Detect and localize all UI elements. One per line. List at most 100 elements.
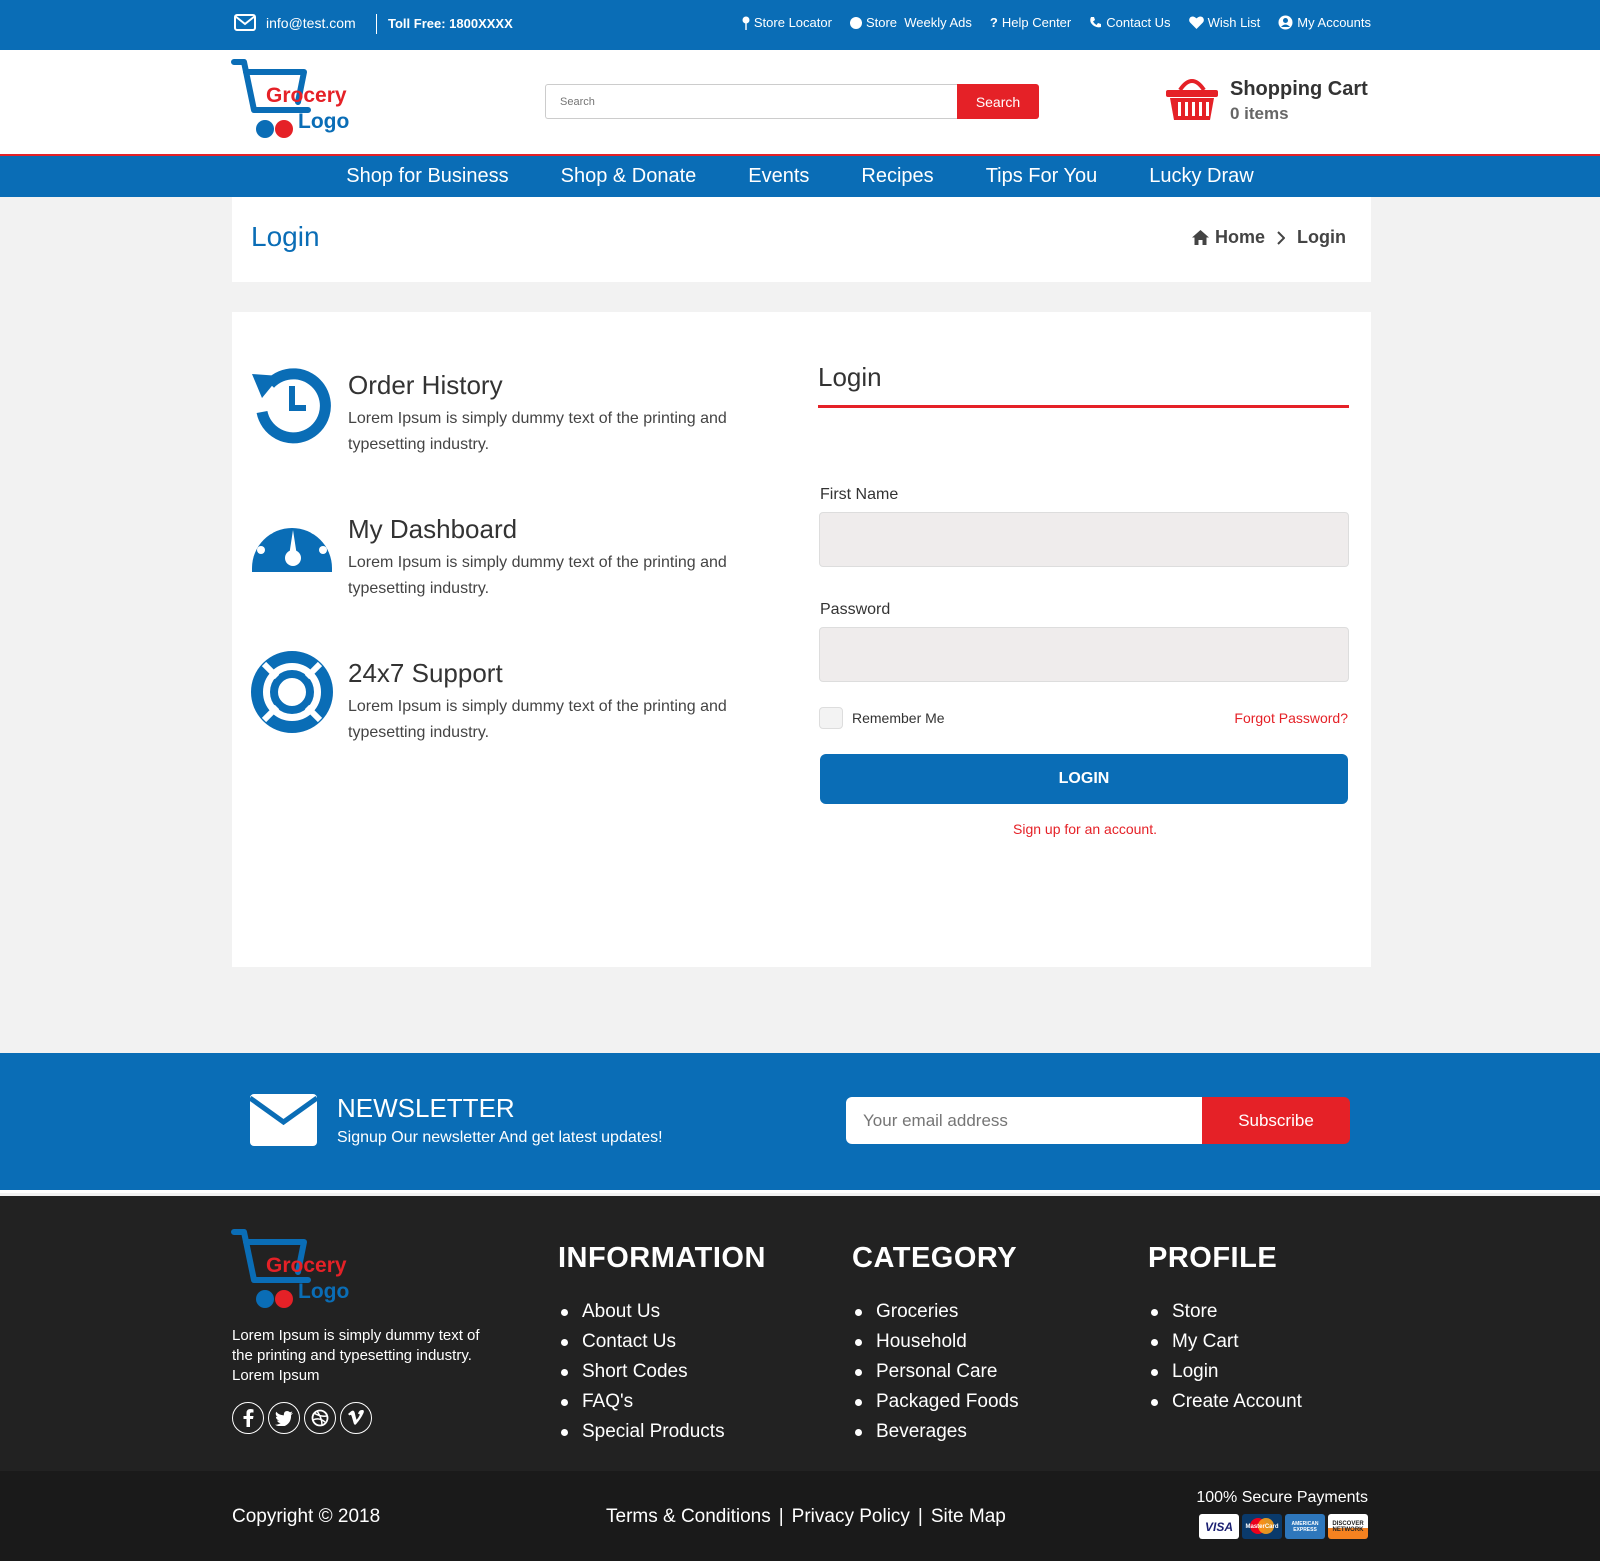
logo-wheel <box>256 120 274 138</box>
my-accounts-label: My Accounts <box>1297 15 1371 30</box>
nav-item-recipes[interactable]: Recipes <box>835 156 959 197</box>
password-label: Password <box>820 601 891 618</box>
discover-card-icon: DISCOVER NETWORK <box>1328 1514 1368 1539</box>
footer-link-create-account[interactable]: Create Account <box>1148 1387 1302 1417</box>
heading-underline <box>818 405 1349 408</box>
shopping-cart[interactable]: Shopping Cart 0 items <box>1166 74 1376 130</box>
envelope-icon <box>234 14 256 31</box>
breadcrumb-home-label: Home <box>1215 227 1266 247</box>
separator: | <box>778 1506 784 1527</box>
main-nav: Shop for Business Shop & Donate Events R… <box>0 154 1600 197</box>
footer-link-short-codes[interactable]: Short Codes <box>558 1357 766 1387</box>
search-bar: Search <box>545 84 1039 119</box>
phone-icon <box>1090 17 1102 28</box>
my-accounts-link[interactable]: My Accounts <box>1278 15 1371 30</box>
footer-logo[interactable]: Grocery Logo <box>230 1228 355 1314</box>
logo-wheel <box>275 120 293 138</box>
search-button[interactable]: Search <box>957 84 1039 119</box>
footer-link-beverages[interactable]: Beverages <box>852 1417 1019 1447</box>
divider <box>376 14 377 34</box>
home-icon <box>1192 230 1209 245</box>
footer: Grocery Logo Lorem Ipsum is simply dummy… <box>0 1196 1600 1471</box>
newsletter-section: NEWSLETTER Signup Our newsletter And get… <box>0 1053 1600 1193</box>
social-links <box>232 1402 372 1434</box>
secure-payments-label: 100% Secure Payments <box>1196 1489 1368 1506</box>
user-circle-icon <box>1278 15 1293 30</box>
nav-item-shop-for-business[interactable]: Shop for Business <box>320 156 534 197</box>
signup-link[interactable]: Sign up for an account. <box>818 821 1352 837</box>
newsletter-form: Subscribe <box>846 1097 1350 1144</box>
newsletter-title: NEWSLETTER <box>337 1093 515 1123</box>
dribbble-icon[interactable] <box>304 1402 336 1434</box>
footer-link-faqs[interactable]: FAQ's <box>558 1387 766 1417</box>
top-bar: info@test.com Toll Free: 1800XXXX Store … <box>0 0 1600 50</box>
separator: | <box>917 1506 923 1527</box>
footer-link-groceries[interactable]: Groceries <box>852 1297 1019 1327</box>
breadcrumb-home[interactable]: Home <box>1192 227 1265 248</box>
login-button[interactable]: LOGIN <box>820 754 1348 804</box>
footer-information: INFORMATION About Us Contact Us Short Co… <box>558 1242 766 1447</box>
weekly-ads-link[interactable]: Store Weekly Ads <box>849 15 972 30</box>
toll-free-number: Toll Free: 1800XXXX <box>388 16 513 31</box>
footer-link-personal-care[interactable]: Personal Care <box>852 1357 1019 1387</box>
password-field[interactable] <box>819 627 1349 682</box>
forgot-password-link[interactable]: Forgot Password? <box>1234 710 1348 726</box>
email-text: info@test.com <box>266 14 356 31</box>
footer-profile: PROFILE Store My Cart Login Create Accou… <box>1148 1242 1302 1417</box>
footer-heading: PROFILE <box>1148 1242 1278 1274</box>
cart-title: Shopping Cart <box>1230 78 1368 100</box>
feature-description: Lorem Ipsum is simply dummy text of the … <box>348 554 727 597</box>
footer-link-special-products[interactable]: Special Products <box>558 1417 766 1447</box>
privacy-link[interactable]: Privacy Policy <box>792 1506 910 1528</box>
newsletter-subtitle: Signup Our newsletter And get latest upd… <box>337 1129 663 1146</box>
login-form: Login First Name Password Remember Me Fo… <box>818 362 1352 837</box>
search-input[interactable] <box>545 84 957 119</box>
logo-wheel <box>275 1290 293 1308</box>
twitter-icon[interactable] <box>268 1402 300 1434</box>
help-center-link[interactable]: ? Help Center <box>990 15 1071 30</box>
payment-cards: VISA MasterCard AMERICAN EXPRESS DISCOVE… <box>1199 1514 1368 1539</box>
footer-link-my-cart[interactable]: My Cart <box>1148 1327 1302 1357</box>
page-title: Login <box>251 221 320 252</box>
main-panel: Order History Lorem Ipsum is simply dumm… <box>232 312 1371 967</box>
first-name-field[interactable] <box>819 512 1349 567</box>
top-links: Store Locator Store Weekly Ads ? Help Ce… <box>742 15 1371 30</box>
store-locator-link[interactable]: Store Locator <box>742 15 832 30</box>
subscribe-button[interactable]: Subscribe <box>1202 1097 1350 1144</box>
contact-us-label: Contact Us <box>1106 15 1171 30</box>
logo-word-2: Logo <box>298 110 350 133</box>
feature-description: Lorem Ipsum is simply dummy text of the … <box>348 410 727 453</box>
nav-item-tips-for-you[interactable]: Tips For You <box>960 156 1124 197</box>
wish-list-link[interactable]: Wish List <box>1188 15 1260 30</box>
header: Grocery Logo Search Shopping Cart 0 item… <box>0 50 1600 154</box>
basket-icon <box>1166 79 1218 120</box>
footer-link-store[interactable]: Store <box>1148 1297 1302 1327</box>
dashboard-icon <box>252 516 332 572</box>
footer-link-packaged-foods[interactable]: Packaged Foods <box>852 1387 1019 1417</box>
nav-item-lucky-draw[interactable]: Lucky Draw <box>1123 156 1279 197</box>
footer-link-contact-us[interactable]: Contact Us <box>558 1327 766 1357</box>
nav-item-shop-and-donate[interactable]: Shop & Donate <box>535 156 723 197</box>
footer-link-about-us[interactable]: About Us <box>558 1297 766 1327</box>
footer-link-household[interactable]: Household <box>852 1327 1019 1357</box>
mastercard-icon: MasterCard <box>1242 1514 1282 1539</box>
terms-link[interactable]: Terms & Conditions <box>606 1506 771 1528</box>
newsletter-email-input[interactable] <box>846 1097 1202 1144</box>
remember-me-label: Remember Me <box>852 710 945 726</box>
logo-word-2: Logo <box>298 1280 350 1303</box>
amex-card-icon: AMERICAN EXPRESS <box>1285 1514 1325 1539</box>
contact-email[interactable]: info@test.com <box>234 14 356 31</box>
logo-word-1: Grocery <box>266 84 347 107</box>
contact-us-link[interactable]: Contact Us <box>1089 15 1171 30</box>
remember-me-checkbox[interactable] <box>819 707 843 729</box>
facebook-icon[interactable] <box>232 1402 264 1434</box>
feature-title: Order History <box>348 370 503 400</box>
site-logo[interactable]: Grocery Logo <box>230 58 355 144</box>
remember-me[interactable]: Remember Me <box>819 707 945 729</box>
login-heading: Login <box>818 362 882 392</box>
sitemap-link[interactable]: Site Map <box>931 1506 1006 1528</box>
vimeo-icon[interactable] <box>340 1402 372 1434</box>
feature-description: Lorem Ipsum is simply dummy text of the … <box>348 698 727 741</box>
footer-link-login[interactable]: Login <box>1148 1357 1302 1387</box>
nav-item-events[interactable]: Events <box>722 156 835 197</box>
